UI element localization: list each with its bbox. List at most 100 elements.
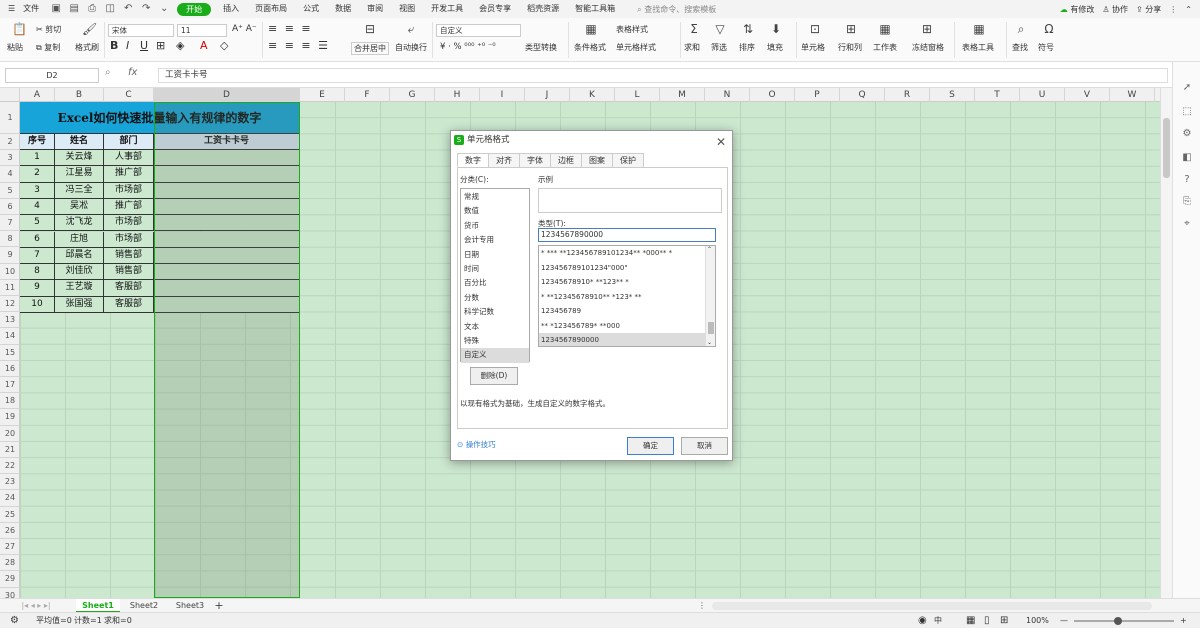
row-header[interactable]: 1 xyxy=(0,102,20,134)
save-icon[interactable]: ▣ xyxy=(50,3,62,15)
tab-protection[interactable]: 保护 xyxy=(612,153,644,167)
select-all-corner[interactable] xyxy=(0,88,20,102)
row-col-icon[interactable]: ⊞ xyxy=(844,22,858,36)
font-size-select[interactable]: 11 xyxy=(177,24,227,37)
print-icon[interactable]: ⎙ xyxy=(86,3,98,15)
input-mode-icon[interactable]: 中 xyxy=(934,613,942,629)
sum-icon[interactable]: Σ xyxy=(688,22,700,36)
merge-center-button[interactable]: 合并居中 xyxy=(351,42,389,55)
table-cell[interactable]: 销售部 xyxy=(104,247,154,265)
row-header[interactable]: 29 xyxy=(0,571,20,588)
redo-icon[interactable]: ↷ xyxy=(140,3,152,15)
row-header[interactable]: 12 xyxy=(0,296,20,313)
category-list[interactable]: 常规 数值 货币 会计专用 日期 时间 百分比 分数 科学记数 文本 特殊 自定义 xyxy=(460,188,530,363)
row-header[interactable]: 10 xyxy=(0,264,20,280)
table-cell[interactable]: 1 xyxy=(20,150,55,167)
row-header[interactable]: 9 xyxy=(0,247,20,264)
table-cell[interactable]: 刘佳欣 xyxy=(55,264,104,281)
table-cell[interactable]: 7 xyxy=(20,247,55,265)
row-header[interactable]: 28 xyxy=(0,555,20,572)
menu-formula[interactable]: 公式 xyxy=(295,0,327,18)
horizontal-scrollbar[interactable] xyxy=(712,602,1152,610)
table-cell[interactable]: 冯三全 xyxy=(55,182,104,199)
location-icon[interactable]: ⌖ xyxy=(1181,218,1193,230)
fill-color-icon[interactable]: ◈ xyxy=(176,40,184,51)
table-cell[interactable]: 庄旭 xyxy=(55,231,104,248)
table-cell[interactable]: 吴凇 xyxy=(55,198,104,216)
row-header[interactable]: 27 xyxy=(0,539,20,556)
collapse-icon[interactable]: ⌃ xyxy=(1185,5,1192,14)
merge-icon[interactable]: ⊟ xyxy=(362,22,378,36)
tab-font[interactable]: 字体 xyxy=(519,153,551,167)
category-item[interactable]: 日期 xyxy=(461,248,529,262)
fx-icon[interactable]: fx xyxy=(128,67,137,78)
menu-developer[interactable]: 开发工具 xyxy=(423,0,471,18)
dialog-title-bar[interactable]: S 单元格格式 ✕ xyxy=(451,131,732,150)
table-cell[interactable]: 5 xyxy=(20,215,55,232)
page-break-view-icon[interactable]: ⊞ xyxy=(1000,613,1008,629)
col-header-e[interactable]: E xyxy=(300,88,345,102)
find-button[interactable]: 查找 xyxy=(1012,42,1028,53)
row-header[interactable]: 21 xyxy=(0,442,20,458)
zoom-out-icon[interactable]: — xyxy=(1060,613,1068,629)
undo-icon[interactable]: ↶ xyxy=(122,3,134,15)
row-header[interactable]: 22 xyxy=(0,458,20,475)
italic-icon[interactable]: I xyxy=(126,40,129,51)
zoom-icon[interactable]: ⌕ xyxy=(105,67,111,78)
select-icon[interactable]: ⬚ xyxy=(1181,106,1193,118)
menu-data[interactable]: 数据 xyxy=(327,0,359,18)
worksheet-button[interactable]: 工作表 xyxy=(873,42,897,53)
table-cell[interactable]: 推广部 xyxy=(104,166,154,183)
font-color-icon[interactable]: A xyxy=(200,40,208,51)
page-layout-view-icon[interactable]: ▯ xyxy=(984,613,990,629)
bold-icon[interactable]: B xyxy=(110,40,118,51)
table-cell[interactable]: 销售部 xyxy=(104,264,154,281)
tips-link[interactable]: ⊙ 操作技巧 xyxy=(457,439,496,450)
symbol-icon[interactable]: Ω xyxy=(1042,22,1056,36)
row-header[interactable]: 8 xyxy=(0,231,20,248)
type-list[interactable]: 1234567890000 ** *123456789* **000 1234567… xyxy=(538,245,716,347)
tab-sheet3[interactable]: Sheet3 xyxy=(168,599,212,613)
menu-icon[interactable]: ☰ xyxy=(0,0,23,18)
freeze-icon[interactable]: ⊞ xyxy=(920,22,934,36)
category-item[interactable]: 百分比 xyxy=(461,276,529,290)
type-list-item[interactable]: 12345678910* **123** * xyxy=(539,275,705,290)
settings-sliders-icon[interactable]: ⚙ xyxy=(1181,128,1193,140)
number-format-select[interactable]: 自定义 xyxy=(436,24,521,37)
row-header[interactable]: 2 xyxy=(0,134,20,151)
table-cell[interactable]: 10 xyxy=(20,296,55,313)
col-header-d[interactable]: D xyxy=(154,88,300,102)
table-cell[interactable]: 沈飞龙 xyxy=(55,215,104,232)
row-header[interactable]: 5 xyxy=(0,183,20,199)
rocket-icon[interactable]: ➚ xyxy=(1181,82,1193,94)
col-header-w[interactable]: W xyxy=(1110,88,1155,102)
collab-button[interactable]: ♙ 协作 xyxy=(1102,4,1128,15)
copy-button[interactable]: ⧉ 复制 xyxy=(36,42,60,53)
format-painter-button[interactable]: 格式刷 xyxy=(75,42,99,53)
type-list-item[interactable]: * **12345678910** *123* ** xyxy=(539,290,705,305)
scroll-thumb[interactable] xyxy=(1163,118,1170,178)
table-cell[interactable]: 客服部 xyxy=(104,296,154,313)
col-header-o[interactable]: O xyxy=(750,88,795,102)
category-item[interactable]: 会计专用 xyxy=(461,233,529,247)
paste-icon[interactable]: 📋 xyxy=(12,22,27,36)
zoom-slider[interactable] xyxy=(1074,620,1174,622)
table-cell[interactable]: 王艺璇 xyxy=(55,280,104,297)
menu-resources[interactable]: 稻壳资源 xyxy=(519,0,567,18)
worksheet-icon[interactable]: ▦ xyxy=(878,22,892,36)
style-icon[interactable]: ◧ xyxy=(1181,152,1193,164)
vertical-scrollbar[interactable] xyxy=(1160,88,1172,598)
table-cell[interactable]: 关云烽 xyxy=(55,150,104,167)
cancel-button[interactable]: 取消 xyxy=(681,437,728,455)
more-options-icon[interactable]: ⋮ xyxy=(1169,5,1177,14)
selected-column-d[interactable] xyxy=(154,102,300,598)
category-item[interactable]: 科学记数 xyxy=(461,305,529,319)
filter-button[interactable]: 筛选 xyxy=(711,42,727,53)
eye-icon[interactable]: ◉ xyxy=(918,613,927,629)
open-icon[interactable]: ▤ xyxy=(68,3,80,15)
format-painter-icon[interactable]: 🖌 xyxy=(82,22,97,36)
category-item[interactable]: 特殊 xyxy=(461,334,529,348)
header-cell[interactable]: 序号 xyxy=(20,134,55,150)
row-header[interactable]: 6 xyxy=(0,199,20,215)
table-cell[interactable]: 江星易 xyxy=(55,166,104,183)
